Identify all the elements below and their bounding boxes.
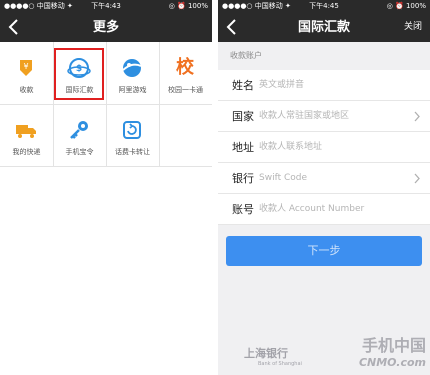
grid-item-label: 收款 xyxy=(19,86,34,94)
field-label: 地址 xyxy=(232,141,254,154)
status-bar: ●●●●○ 中国移动 ✦ 下午4:45 ◎ ⏰ 100% xyxy=(218,0,430,13)
grid-item-receive[interactable]: ¥ 收款 xyxy=(0,42,53,104)
grid-item-label: 话费卡转让 xyxy=(115,148,150,156)
close-button[interactable]: 关闭 xyxy=(404,13,422,42)
recipient-form: 姓名 英文或拼音 国家 收款人常驻国家或地区 地址 收款人联系地址 银行 Swi… xyxy=(218,70,430,225)
grid-item-label: 手机宝令 xyxy=(65,148,94,156)
battery-text: ◎ ⏰ 100% xyxy=(386,2,426,10)
page-title: 国际汇款 xyxy=(297,20,350,35)
grid-item-mobile-token[interactable]: 手机宝令 xyxy=(53,104,106,166)
grid-divider xyxy=(0,166,212,167)
watermark: 手机中国 CNMO.com xyxy=(359,332,426,369)
nav-bar: 国际汇款 关闭 xyxy=(218,13,430,42)
watermark-domain: CNMO.com xyxy=(358,356,426,369)
planet-icon xyxy=(122,59,142,77)
battery-text: ◎ ⏰ 100% xyxy=(168,2,208,10)
field-label: 账号 xyxy=(232,203,254,216)
selection-highlight xyxy=(54,48,104,100)
field-placeholder: 收款人联系地址 xyxy=(259,142,323,152)
chevron-right-icon xyxy=(414,111,420,122)
bank-logo: 上海银行 xyxy=(244,347,288,360)
more-screen: ●●●●○ 中国移动 ✦ 下午4:43 ◎ ⏰ 100% 更多 ¥ 收款 $ 国… xyxy=(0,0,212,375)
field-label: 国家 xyxy=(232,110,254,123)
nav-bar: 更多 xyxy=(0,13,212,42)
watermark-title: 手机中国 xyxy=(361,336,426,355)
field-placeholder: 收款人 Account Number xyxy=(259,204,365,214)
school-char-icon: 校 xyxy=(176,57,194,78)
field-label: 姓名 xyxy=(232,79,254,92)
bank-field[interactable]: 银行 Swift Code xyxy=(218,163,430,194)
field-placeholder: Swift Code xyxy=(259,173,308,183)
page-title: 更多 xyxy=(92,20,119,35)
grid-item-label: 校园一卡通 xyxy=(168,86,203,94)
refresh-card-icon xyxy=(123,121,141,139)
country-field[interactable]: 国家 收款人常驻国家或地区 xyxy=(218,101,430,132)
field-placeholder: 英文或拼音 xyxy=(259,80,305,90)
grid-item-card-transfer[interactable]: 话费卡转让 xyxy=(106,104,159,166)
field-placeholder: 收款人常驻国家或地区 xyxy=(259,111,350,121)
truck-icon xyxy=(16,125,36,138)
key-icon xyxy=(70,121,88,139)
svg-text:¥: ¥ xyxy=(23,62,28,71)
section-header: 收款账户 xyxy=(230,51,262,60)
field-label: 银行 xyxy=(232,172,254,185)
service-grid: ¥ 收款 $ 国际汇款 阿里游戏 校 校园一卡通 我的快递 手机宝令 话费卡转让 xyxy=(0,42,212,167)
shield-yen-icon: ¥ xyxy=(20,60,32,76)
next-step-button[interactable]: 下一步 xyxy=(226,236,422,266)
address-field[interactable]: 地址 收款人联系地址 xyxy=(218,132,430,163)
grid-item-label: 阿里游戏 xyxy=(118,86,147,94)
account-number-field[interactable]: 账号 收款人 Account Number xyxy=(218,194,430,225)
grid-item-express[interactable]: 我的快递 xyxy=(0,104,53,166)
intl-remit-screen: ●●●●○ 中国移动 ✦ 下午4:45 ◎ ⏰ 100% 国际汇款 关闭 收款账… xyxy=(218,0,430,375)
grid-item-campus-card[interactable]: 校 校园一卡通 xyxy=(159,42,212,104)
grid-item-ali-games[interactable]: 阿里游戏 xyxy=(106,42,159,104)
name-field[interactable]: 姓名 英文或拼音 xyxy=(218,70,430,101)
chevron-right-icon xyxy=(414,173,420,184)
grid-item-label: 我的快递 xyxy=(12,148,41,156)
status-bar: ●●●●○ 中国移动 ✦ 下午4:43 ◎ ⏰ 100% xyxy=(0,0,212,13)
bank-logo-subtitle: Bank of Shanghai xyxy=(258,361,302,367)
